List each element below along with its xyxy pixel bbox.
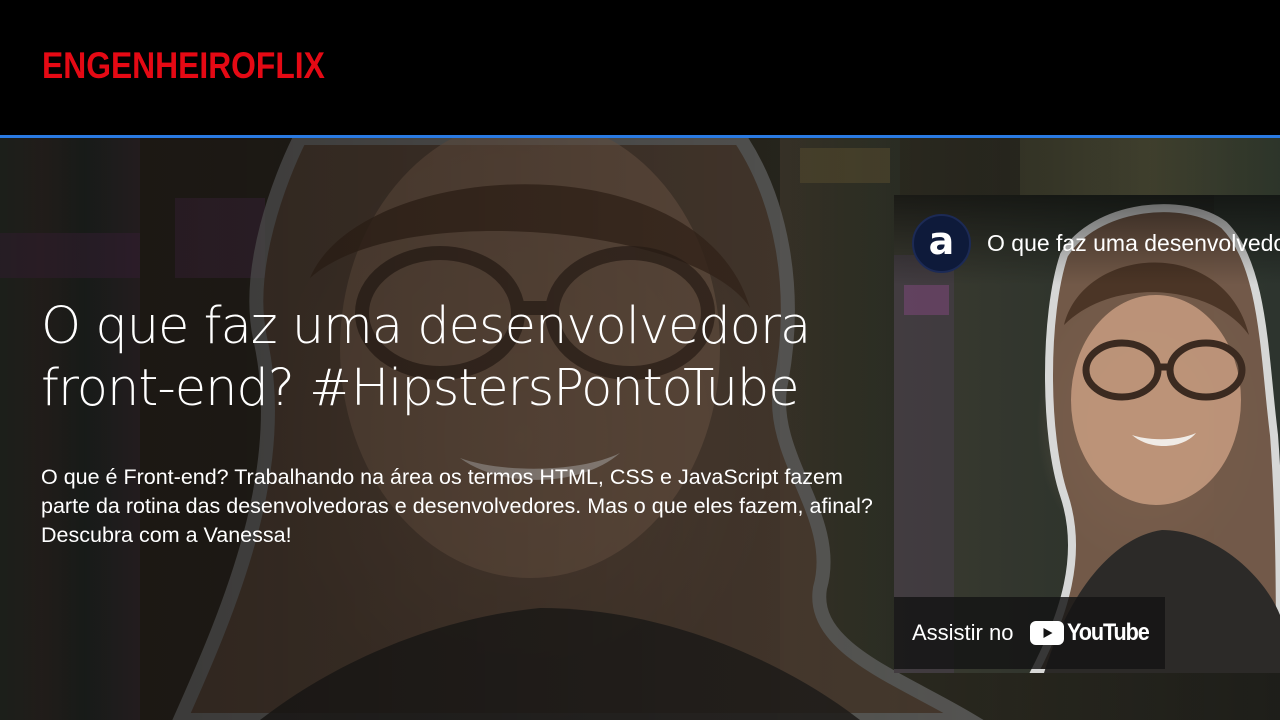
video-title[interactable]: O que faz uma desenvolvedora front-end? … — [987, 229, 1280, 257]
site-header: ENGENHEIROFLIX — [0, 0, 1280, 138]
watch-on-youtube-button[interactable]: Assistir no YouTube — [894, 597, 1165, 669]
channel-avatar-letter: a — [928, 218, 955, 263]
youtube-wordmark: YouTube — [1067, 619, 1150, 646]
banner-description: O que é Front-end? Trabalhando na área o… — [41, 465, 873, 547]
page: ENGENHEIROFLIX O que faz uma desenvolved… — [0, 0, 1280, 720]
video-player[interactable]: a O que faz uma desenvolvedora front-end… — [894, 195, 1280, 673]
youtube-logo: YouTube — [1030, 619, 1158, 647]
youtube-play-icon — [1030, 621, 1065, 645]
banner-title: O que faz uma desenvolvedora front-end? … — [41, 297, 811, 418]
channel-avatar[interactable]: a — [912, 214, 971, 273]
watch-on-label: Assistir no — [912, 620, 1014, 645]
site-logo[interactable]: ENGENHEIROFLIX — [42, 44, 325, 88]
